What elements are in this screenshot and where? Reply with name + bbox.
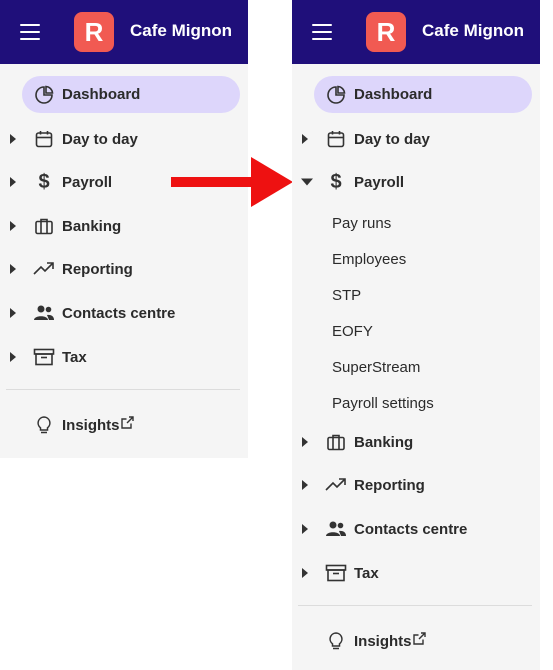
sidebar-item-label: Payroll [62, 173, 113, 191]
briefcase-icon [33, 215, 55, 237]
dollar-icon: $ [38, 170, 50, 193]
right-arrow-icon [171, 157, 293, 207]
submenu-item-employees[interactable]: Employees [332, 251, 406, 268]
calendar-icon [33, 128, 55, 150]
archive-icon [33, 346, 55, 368]
sidebar-item-dashboard[interactable]: Dashboard [314, 76, 532, 113]
sidebar-item-label: Reporting [62, 260, 133, 278]
submenu-item-superstream[interactable]: SuperStream [332, 359, 420, 376]
sidebar-item-contacts-centre[interactable]: Contacts centre [0, 294, 248, 332]
sidebar-item-insights[interactable]: Insights [0, 406, 248, 444]
sidebar-item-label: Tax [62, 348, 87, 366]
submenu-item-eofy[interactable]: EOFY [332, 323, 373, 340]
calendar-icon [325, 128, 347, 150]
external-link-icon [120, 415, 135, 434]
sidebar-item-label: Day to day [354, 130, 430, 148]
sidebar-item-label: Dashboard [354, 86, 433, 103]
sidebar-item-day-to-day[interactable]: Day to day [0, 120, 248, 158]
sidebar-item-banking[interactable]: Banking [292, 423, 540, 461]
trending-up-icon [33, 258, 55, 280]
sidebar-item-day-to-day[interactable]: Day to day [292, 120, 540, 158]
users-icon [325, 518, 347, 540]
caret-right-icon [10, 264, 16, 274]
sidebar-item-payroll[interactable]: $ Payroll [292, 163, 540, 201]
app-name[interactable]: Cafe Mignon [130, 21, 232, 41]
pie-chart-icon [325, 84, 347, 106]
menu-icon[interactable] [20, 24, 40, 40]
sidebar-item-label: Insights [354, 632, 412, 650]
caret-right-icon [302, 480, 308, 490]
sidebar-item-contacts-centre[interactable]: Contacts centre [292, 510, 540, 548]
sidebar-item-label: Reporting [354, 476, 425, 494]
divider [298, 605, 532, 606]
sidebar-item-tax[interactable]: Tax [0, 338, 248, 376]
caret-right-icon [302, 568, 308, 578]
briefcase-icon [325, 431, 347, 453]
sidebar-expanded: R Cafe Mignon Dashboard Day to day $ Pay… [292, 0, 540, 670]
sidebar-item-tax[interactable]: Tax [292, 554, 540, 592]
sidebar-item-label: Contacts centre [354, 520, 468, 538]
sidebar-item-label: Tax [354, 564, 379, 582]
app-logo[interactable]: R [74, 12, 114, 52]
sidebar-item-label: Day to day [62, 130, 138, 148]
dollar-icon: $ [330, 170, 342, 193]
sidebar-item-label: Contacts centre [62, 304, 176, 322]
archive-icon [325, 562, 347, 584]
caret-right-icon [302, 134, 308, 144]
app-name[interactable]: Cafe Mignon [422, 21, 524, 41]
sidebar-item-reporting[interactable]: Reporting [0, 250, 248, 288]
app-logo[interactable]: R [366, 12, 406, 52]
caret-down-icon [301, 178, 313, 186]
sidebar-collapsed: R Cafe Mignon Dashboard Day to day $ Pay… [0, 0, 248, 458]
external-link-icon [412, 631, 427, 650]
lightbulb-icon [33, 414, 55, 436]
caret-right-icon [10, 352, 16, 362]
caret-right-icon [10, 134, 16, 144]
app-header: R Cafe Mignon [292, 0, 540, 64]
sidebar-item-banking[interactable]: Banking [0, 207, 248, 245]
divider [6, 389, 240, 390]
sidebar-item-dashboard[interactable]: Dashboard [22, 76, 240, 113]
submenu-item-pay-runs[interactable]: Pay runs [332, 215, 391, 232]
caret-right-icon [10, 308, 16, 318]
caret-right-icon [10, 221, 16, 231]
sidebar-item-label: Banking [354, 433, 414, 451]
menu-icon[interactable] [312, 24, 332, 40]
pie-chart-icon [33, 84, 55, 106]
trending-up-icon [325, 474, 347, 496]
sidebar-item-label: Insights [62, 416, 120, 434]
caret-right-icon [10, 177, 16, 187]
sidebar-item-label: Banking [62, 217, 122, 235]
users-icon [33, 302, 55, 324]
lightbulb-icon [325, 630, 347, 652]
submenu-item-stp[interactable]: STP [332, 287, 361, 304]
sidebar-item-insights[interactable]: Insights [292, 622, 540, 660]
caret-right-icon [302, 437, 308, 447]
caret-right-icon [302, 524, 308, 534]
sidebar-item-reporting[interactable]: Reporting [292, 466, 540, 504]
submenu-item-payroll-settings[interactable]: Payroll settings [332, 395, 434, 412]
sidebar-item-label: Payroll [354, 173, 405, 191]
sidebar-item-label: Dashboard [62, 86, 141, 103]
app-header: R Cafe Mignon [0, 0, 248, 64]
